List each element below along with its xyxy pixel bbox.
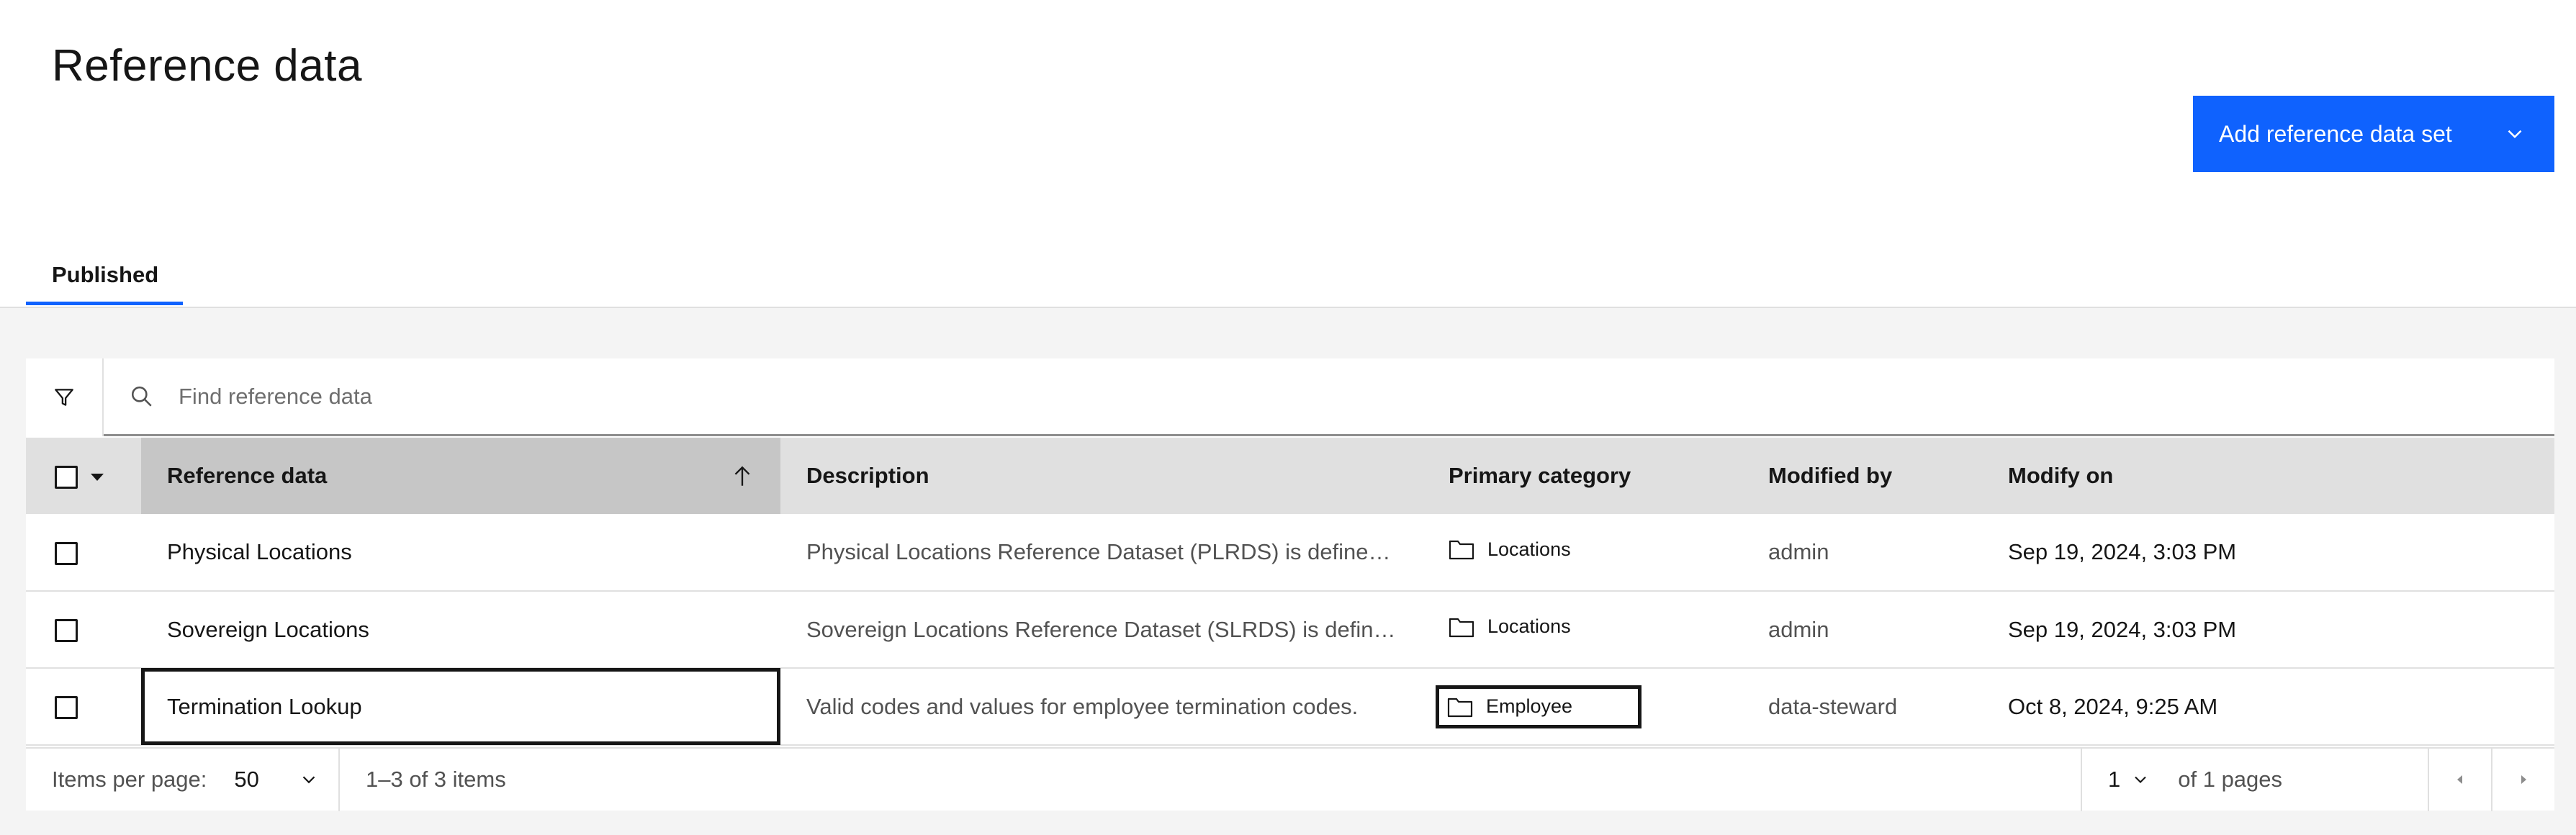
total-pages-text: of 1 pages <box>2178 767 2283 792</box>
filter-icon <box>55 389 73 406</box>
row-checkbox[interactable] <box>55 619 78 643</box>
select-all-checkbox[interactable] <box>55 465 78 489</box>
category-label: Employee <box>1486 695 1573 717</box>
column-header-label: Modified by <box>1768 463 1893 488</box>
row-select-cell <box>26 591 141 669</box>
folder-icon <box>1449 540 1474 560</box>
reference-data-table: Reference data Description Primary categ… <box>26 438 2554 746</box>
caret-right-icon <box>2521 775 2526 784</box>
column-header-reference-data[interactable]: Reference data <box>141 438 780 514</box>
row-select-cell <box>26 514 141 592</box>
table-row[interactable]: Sovereign Locations Sovereign Locations … <box>26 591 2554 669</box>
row-description: Valid codes and values for employee term… <box>780 668 1423 746</box>
items-per-page-label: Items per page: <box>52 767 207 792</box>
column-header-label: Modify on <box>2008 463 2114 488</box>
add-reference-data-set-button[interactable]: Add reference data set <box>2193 96 2554 172</box>
chevron-down-icon <box>302 776 315 784</box>
search-icon <box>131 386 152 407</box>
category-label: Locations <box>1487 538 1571 560</box>
row-modified-by: admin <box>1742 514 1982 592</box>
chevron-down-icon <box>2508 130 2522 139</box>
items-per-page-value: 50 <box>234 767 259 792</box>
chevron-down-icon <box>2135 776 2146 783</box>
pagination-bar: Items per page: 50 1–3 of 3 items 1 of 1… <box>26 747 2554 811</box>
row-modified-by: admin <box>1742 591 1982 669</box>
row-name[interactable]: Sovereign Locations <box>141 591 780 669</box>
caret-left-icon <box>2457 775 2462 784</box>
items-per-page: Items per page: 50 <box>26 748 340 811</box>
column-header-modify-on: Modify on <box>1982 438 2554 514</box>
table-row[interactable]: Termination Lookup Valid codes and value… <box>26 668 2554 746</box>
row-checkbox[interactable] <box>55 541 78 565</box>
row-checkbox[interactable] <box>55 696 78 720</box>
tab-published-label: Published <box>52 261 159 287</box>
row-category-cell: Locations <box>1423 591 1742 669</box>
row-description: Sovereign Locations Reference Dataset (S… <box>780 591 1423 669</box>
column-header-description: Description <box>780 438 1423 514</box>
column-header-label: Description <box>806 463 929 488</box>
sort-ascending-icon[interactable] <box>730 464 755 489</box>
column-header-primary-category: Primary category <box>1423 438 1742 514</box>
page-title: Reference data <box>52 41 362 91</box>
row-modified-on: Oct 8, 2024, 9:25 AM <box>1982 668 2554 746</box>
filter-button[interactable] <box>26 358 104 436</box>
category-tag[interactable]: Locations <box>1449 615 1571 638</box>
add-button-label: Add reference data set <box>2219 120 2452 147</box>
category-tag[interactable]: Locations <box>1449 538 1571 561</box>
row-description: Physical Locations Reference Dataset (PL… <box>780 514 1423 592</box>
folder-icon <box>1449 618 1474 637</box>
row-name[interactable]: Physical Locations <box>141 514 780 592</box>
folder-icon <box>1447 698 1473 717</box>
tab-published[interactable]: Published <box>26 248 183 305</box>
items-per-page-select[interactable]: 50 <box>234 767 319 793</box>
page-number-select[interactable]: 1 <box>2108 767 2151 793</box>
row-select-cell <box>26 668 141 746</box>
table-toolbar <box>26 358 2554 436</box>
reference-data-table-panel: Reference data Description Primary categ… <box>26 358 2554 811</box>
current-page-value: 1 <box>2108 767 2121 792</box>
items-range-text: 1–3 of 3 items <box>366 767 506 792</box>
table-row[interactable]: Physical Locations Physical Locations Re… <box>26 514 2554 592</box>
row-category-cell: Employee <box>1423 668 1742 746</box>
next-page-button[interactable] <box>2491 748 2554 811</box>
row-modified-by: data-steward <box>1742 668 1982 746</box>
row-name[interactable]: Termination Lookup <box>141 668 780 746</box>
row-modified-on: Sep 19, 2024, 3:03 PM <box>1982 591 2554 669</box>
search-input[interactable] <box>179 383 1042 410</box>
page-selector: 1 of 1 pages <box>2081 748 2428 811</box>
previous-page-button[interactable] <box>2428 748 2491 811</box>
select-menu-caret-icon[interactable] <box>91 473 104 481</box>
category-label: Locations <box>1487 615 1571 637</box>
table-header-row: Reference data Description Primary categ… <box>26 438 2554 514</box>
tab-list: Published <box>26 248 183 305</box>
column-header-label: Reference data <box>167 463 328 488</box>
select-all-header <box>26 438 141 514</box>
column-header-label: Primary category <box>1449 463 1631 488</box>
column-header-modified-by: Modified by <box>1742 438 1982 514</box>
row-category-cell: Locations <box>1423 514 1742 592</box>
search-bar <box>104 358 2554 436</box>
category-tag[interactable]: Employee <box>1436 685 1642 728</box>
row-modified-on: Sep 19, 2024, 3:03 PM <box>1982 514 2554 592</box>
